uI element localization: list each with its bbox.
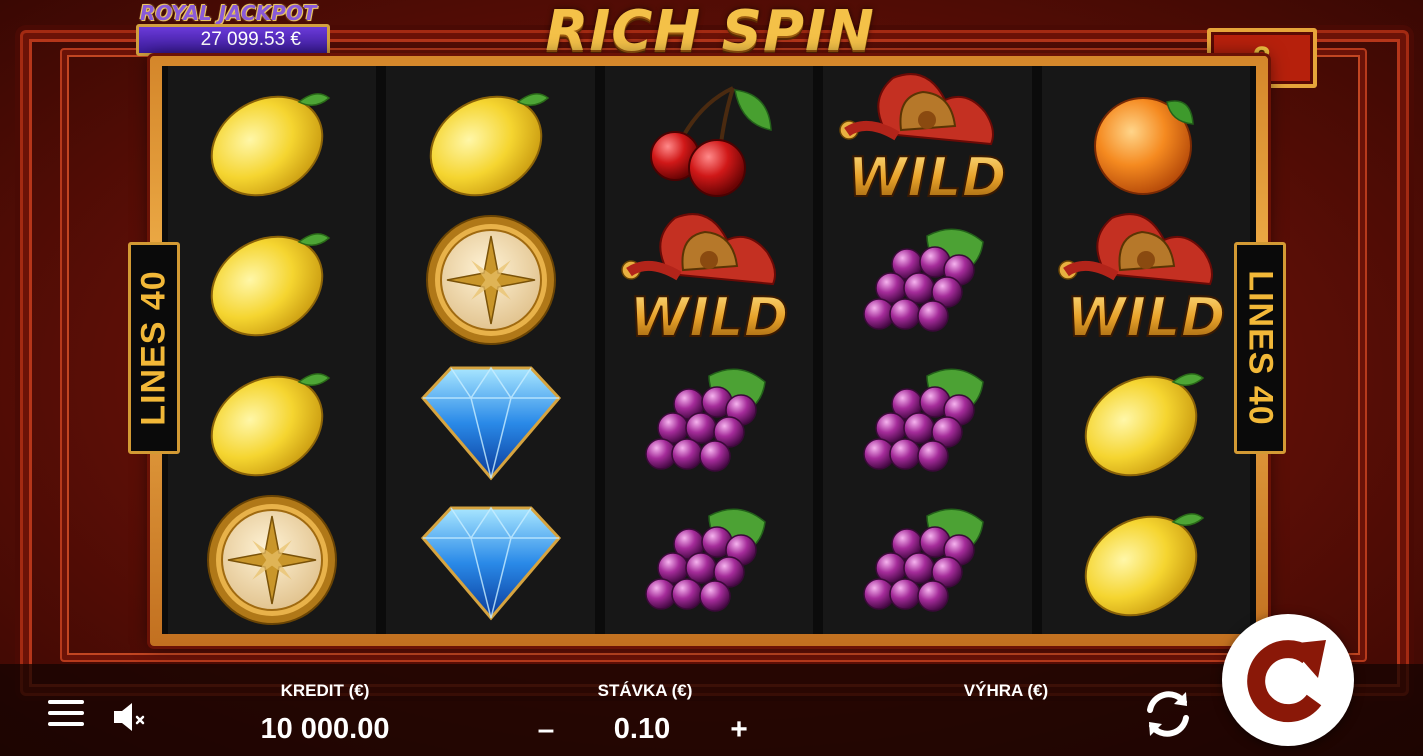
wild-symbol: WILD bbox=[1058, 213, 1226, 350]
lemon-symbol bbox=[421, 74, 561, 206]
spin-icon bbox=[1247, 640, 1326, 723]
wild-symbol: WILD bbox=[621, 213, 789, 350]
game-title: RICH SPIN bbox=[545, 0, 875, 64]
reel-2 bbox=[386, 66, 595, 634]
lemon-symbol bbox=[202, 354, 342, 486]
bottom-bar bbox=[0, 664, 1423, 756]
jackpot-value: 27 099.53 € bbox=[136, 24, 330, 56]
compass-symbol bbox=[421, 214, 561, 346]
grapes-symbol bbox=[857, 214, 997, 346]
svg-text:WILD: WILD bbox=[630, 286, 789, 349]
diamond-symbol bbox=[420, 494, 561, 626]
reel-1 bbox=[168, 66, 377, 634]
compass-symbol bbox=[202, 494, 342, 626]
vyhra-label: VÝHRA (€) bbox=[963, 681, 1049, 700]
lines-left-label: LINES 40 bbox=[134, 270, 173, 426]
reel-3: WILD bbox=[604, 66, 814, 634]
lemon-symbol bbox=[1076, 354, 1216, 486]
menu-icon[interactable] bbox=[48, 700, 84, 732]
svg-text:WILD: WILD bbox=[848, 146, 1007, 209]
grapes-symbol bbox=[639, 354, 779, 486]
orange-symbol bbox=[1076, 74, 1216, 206]
grapes-symbol bbox=[857, 354, 997, 486]
wild-symbol: WILD bbox=[839, 73, 1008, 210]
lemon-symbol bbox=[202, 214, 342, 346]
lines-indicator-right: LINES 40 bbox=[1234, 242, 1286, 454]
reel-5: WILD bbox=[1041, 66, 1251, 634]
royal-jackpot: ROYAL JACKPOT 27 099.53 € bbox=[134, 0, 332, 60]
reel-4: WILD bbox=[823, 66, 1032, 634]
lines-indicator-left: LINES 40 bbox=[128, 242, 180, 454]
svg-text:WILD: WILD bbox=[1066, 286, 1225, 349]
kredit-value: 10 000.00 bbox=[260, 713, 390, 745]
cherry-symbol bbox=[639, 74, 779, 206]
bet-increase-button[interactable]: + bbox=[724, 713, 754, 747]
autoplay-icon[interactable] bbox=[1138, 684, 1198, 744]
lemon-symbol bbox=[202, 74, 342, 206]
grapes-symbol bbox=[639, 494, 779, 626]
kredit-label: KREDIT (€) bbox=[280, 681, 370, 700]
grapes-symbol bbox=[857, 494, 997, 626]
bet-decrease-button[interactable]: – bbox=[531, 713, 561, 747]
reel-area: WILD WILD WILD bbox=[162, 66, 1256, 634]
speaker-muted-icon[interactable] bbox=[112, 700, 152, 734]
stavka-value: 0.10 bbox=[613, 713, 671, 745]
stavka-label: STÁVKA (€) bbox=[597, 681, 693, 700]
spin-button[interactable] bbox=[1222, 614, 1354, 746]
jackpot-label: ROYAL JACKPOT bbox=[140, 1, 317, 25]
diamond-symbol bbox=[420, 354, 561, 486]
lines-right-label: LINES 40 bbox=[1241, 270, 1280, 426]
lemon-symbol bbox=[1076, 494, 1216, 626]
